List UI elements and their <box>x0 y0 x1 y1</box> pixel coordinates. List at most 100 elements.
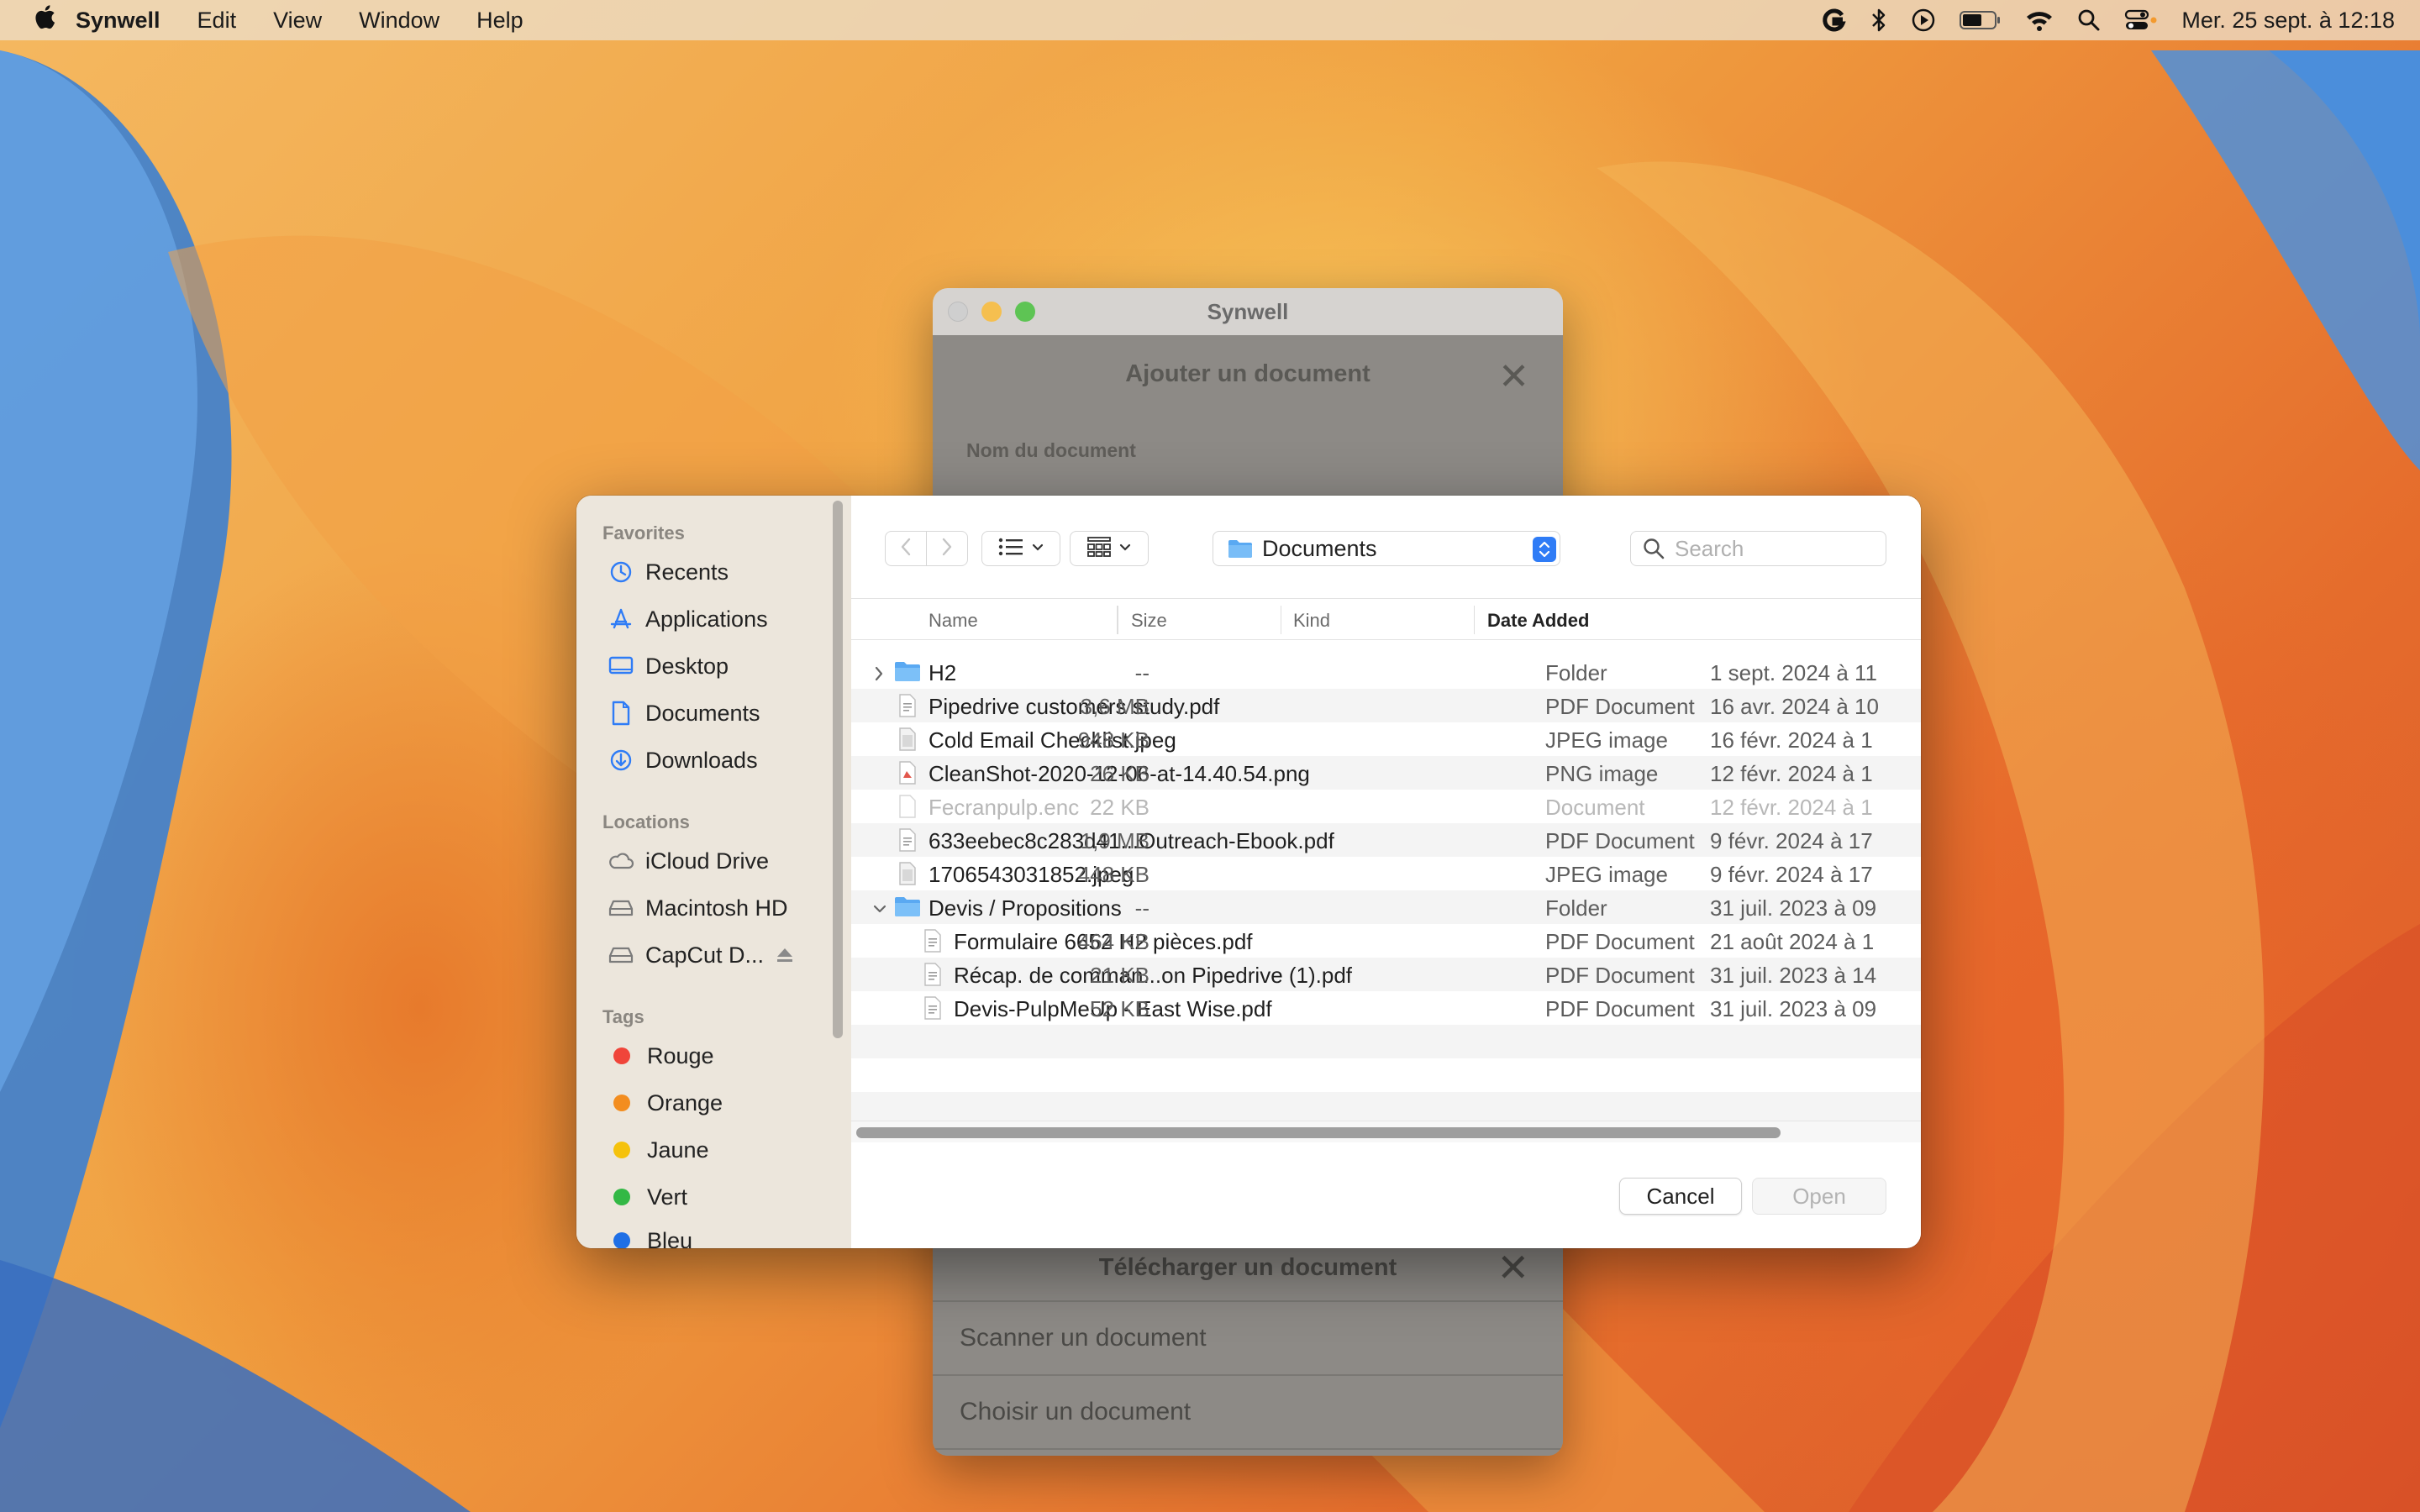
file-row[interactable]: Devis-PulpMeUp - East Wise.pdf 52 KB PDF D… <box>851 991 1921 1025</box>
sidebar-tag-bleu[interactable]: Bleu <box>607 1221 825 1248</box>
file-name: Fecranpulp.enc <box>929 795 1080 820</box>
disclosure-expanded-icon[interactable] <box>873 897 886 917</box>
bluetooth-icon[interactable] <box>1870 7 1887 34</box>
disclosure-collapsed-icon[interactable] <box>873 662 885 682</box>
file-row[interactable]: 1706543031852.jpeg 448 KB JPEG image 9 févr… <box>851 857 1921 890</box>
open-button[interactable]: Open <box>1752 1178 1886 1215</box>
battery-icon[interactable] <box>1960 10 2002 30</box>
file-row[interactable]: Formulaire 6652 H2 pièces.pdf 464 KB PDF D… <box>851 924 1921 958</box>
window-zoom-button[interactable] <box>1015 302 1035 322</box>
search-icon <box>1643 538 1665 559</box>
list-view-button[interactable] <box>981 531 1060 566</box>
pdf-file-icon <box>898 694 917 723</box>
sidebar-tag-jaune[interactable]: Jaune <box>607 1131 825 1169</box>
file-size: 21 KB <box>1090 963 1150 988</box>
horizontal-scrollbar[interactable] <box>851 1121 1921 1142</box>
grammarly-icon[interactable] <box>1820 7 1847 34</box>
file-row[interactable]: 633eebec8c283d41...Outreach-Ebook.pdf 1,9… <box>851 823 1921 857</box>
image-file-icon <box>898 862 917 891</box>
menubar-clock[interactable]: Mer. 25 sept. à 12:18 <box>2181 8 2395 34</box>
location-popup-label: Documents <box>1262 535 1377 561</box>
location-popup[interactable]: Documents <box>1213 531 1560 566</box>
column-header-row: Name Size Kind Date Added <box>851 598 1921 640</box>
file-size: -- <box>1134 895 1150 921</box>
scrollbar-thumb[interactable] <box>856 1127 1781 1138</box>
menu-edit[interactable]: Edit <box>197 8 237 34</box>
sidebar-item-label: Bleu <box>647 1227 693 1249</box>
sidebar-item-desktop[interactable]: Desktop <box>607 647 825 685</box>
close-icon[interactable]: ✕ <box>1497 1245 1529 1290</box>
sidebar-item-documents[interactable]: Documents <box>607 694 825 732</box>
chevron-right-icon <box>941 537 953 561</box>
sidebar-tag-vert[interactable]: Vert <box>607 1178 825 1216</box>
desktop-icon <box>607 652 635 680</box>
file-row[interactable]: CleanShot-2020-12-06-at-14.40.54.png 26 K… <box>851 756 1921 790</box>
folder-row[interactable]: H2 -- Folder 1 sept. 2024 à 11 <box>851 655 1921 689</box>
file-size: 3,6 MB <box>1080 694 1150 719</box>
sidebar-scrollbar[interactable] <box>833 501 843 1038</box>
tag-color-dot <box>613 1189 630 1205</box>
file-row[interactable]: Cold Email Checklist.jpeg 948 KB JPEG imag… <box>851 722 1921 756</box>
sidebar-item-capcut-drive[interactable]: CapCut D... <box>607 936 825 974</box>
menu-help[interactable]: Help <box>476 8 523 34</box>
window-close-button[interactable] <box>948 302 968 322</box>
column-header-kind[interactable]: Kind <box>1293 610 1330 632</box>
file-row[interactable]: Pipedrive customers study.pdf 3,6 MB PDF D… <box>851 689 1921 722</box>
eject-icon[interactable] <box>776 947 794 963</box>
file-date-added: 31 juil. 2023 à 09 <box>1710 996 1877 1021</box>
apple-menu-icon[interactable] <box>25 3 62 39</box>
upload-sheet: Télécharger un document ✕ Scanner un doc… <box>933 1235 1563 1456</box>
sidebar-item-label: Downloads <box>645 747 758 773</box>
file-size: 1,9 MB <box>1080 828 1150 853</box>
group-view-button[interactable] <box>1070 531 1149 566</box>
play-circle-icon[interactable] <box>1911 8 1936 33</box>
menu-window[interactable]: Window <box>359 8 439 34</box>
folder-icon <box>893 659 922 689</box>
sidebar-item-downloads[interactable]: Downloads <box>607 741 825 780</box>
sidebar-item-label: Documents <box>645 700 760 726</box>
file-kind: PDF Document <box>1545 828 1695 853</box>
file-date-added: 16 avr. 2024 à 10 <box>1710 694 1879 719</box>
menu-app-name[interactable]: Synwell <box>76 8 160 34</box>
search-field[interactable] <box>1630 531 1886 566</box>
file-name: Pipedrive customers study.pdf <box>929 694 1220 719</box>
file-kind: PDF Document <box>1545 996 1695 1021</box>
sidebar-item-icloud-drive[interactable]: iCloud Drive <box>607 842 825 880</box>
spotlight-search-icon[interactable] <box>2077 8 2101 32</box>
back-button[interactable] <box>885 531 927 566</box>
grid-icon <box>1087 536 1111 561</box>
file-name: Devis / Propositions <box>929 895 1122 921</box>
search-input[interactable] <box>1675 535 1876 562</box>
document-file-icon <box>898 795 917 824</box>
window-minimize-button[interactable] <box>981 302 1002 322</box>
forward-button[interactable] <box>926 531 968 566</box>
list-icon <box>998 538 1023 560</box>
pdf-file-icon <box>923 996 942 1026</box>
sidebar-item-recents[interactable]: Recents <box>607 553 825 591</box>
choose-document-option[interactable]: Choisir un document <box>933 1376 1563 1450</box>
sidebar-item-macintosh-hd[interactable]: Macintosh HD <box>607 889 825 927</box>
file-size: -- <box>1134 660 1150 685</box>
column-header-name[interactable]: Name <box>929 610 978 632</box>
document-icon <box>607 699 635 727</box>
sidebar-tag-orange[interactable]: Orange <box>607 1084 825 1122</box>
scan-document-option[interactable]: Scanner un document <box>933 1302 1563 1376</box>
file-size: 22 KB <box>1090 795 1150 820</box>
sidebar-item-applications[interactable]: Applications <box>607 600 825 638</box>
cancel-button[interactable]: Cancel <box>1619 1178 1742 1215</box>
file-size: 448 KB <box>1077 862 1150 887</box>
menu-view[interactable]: View <box>273 8 322 34</box>
file-row: Fecranpulp.enc 22 KB Document 12 févr. 2024… <box>851 790 1921 823</box>
menu-bar: Synwell Edit View Window Help Mer. 25 se… <box>0 0 2420 40</box>
file-row[interactable]: Récap. de comman...on Pipedrive (1).pdf 2… <box>851 958 1921 991</box>
control-center-icon[interactable] <box>2124 8 2158 32</box>
dialog-sidebar: Favorites Recents Applications Desktop D… <box>576 496 851 1248</box>
close-icon[interactable]: ✕ <box>1498 359 1529 396</box>
column-header-date-added[interactable]: Date Added <box>1487 610 1589 632</box>
column-divider[interactable] <box>1474 606 1475 634</box>
column-header-size[interactable]: Size <box>1131 610 1167 632</box>
sidebar-tag-rouge[interactable]: Rouge <box>607 1037 825 1075</box>
wifi-icon[interactable] <box>2025 8 2054 32</box>
folder-icon <box>1227 538 1254 559</box>
folder-row[interactable]: Devis / Propositions -- Folder 31 juil. 202… <box>851 890 1921 924</box>
